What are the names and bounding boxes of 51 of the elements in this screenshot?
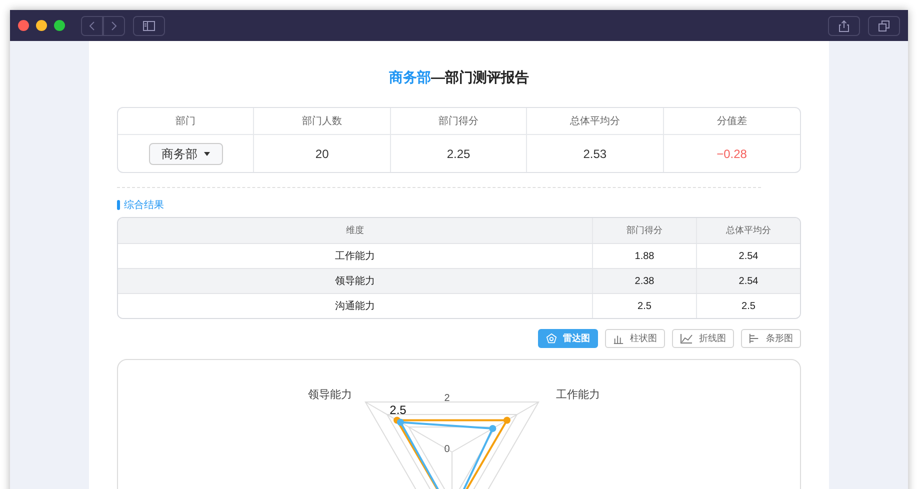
- column-header: 部门人数: [302, 114, 342, 128]
- department-dropdown[interactable]: 商务部: [148, 142, 223, 164]
- table-cell-text: 2.25: [446, 146, 470, 162]
- column-header: 总体平均分: [726, 224, 771, 237]
- tick-label: 0: [444, 444, 450, 455]
- table-cell-text: 1.88: [634, 250, 654, 264]
- column-header: 部门得分: [438, 114, 478, 128]
- table-cell-text: 2.38: [634, 274, 654, 288]
- share-button[interactable]: [828, 16, 860, 36]
- table-cell-text: 2.5: [638, 300, 652, 314]
- data-label: 2.5: [390, 403, 406, 417]
- table-cell-text: 沟通能力: [335, 300, 375, 314]
- table-cell-text: 2.53: [583, 146, 607, 162]
- caret-down-icon: [204, 152, 210, 156]
- column-header: 分值差: [716, 114, 747, 128]
- minimize-window-button[interactable]: [36, 20, 47, 31]
- chevron-left-icon: [89, 20, 95, 30]
- table-cell-text: −0.28: [716, 146, 747, 162]
- horizontal-bar-icon: [749, 333, 760, 344]
- table-cell-text: 2.5: [742, 300, 756, 314]
- back-button[interactable]: [81, 16, 103, 36]
- column-header: 部门得分: [626, 224, 662, 237]
- axis-label: 领导能力: [308, 389, 352, 401]
- line-chart-icon: [680, 333, 693, 344]
- chevron-right-icon: [111, 20, 117, 30]
- table-cell-text: 工作能力: [335, 250, 375, 264]
- table-cell-text: 2.54: [738, 250, 758, 264]
- close-window-button[interactable]: [18, 20, 29, 31]
- section-title: 综合结果: [124, 198, 164, 212]
- sidebar-icon: [143, 20, 155, 30]
- table-cell-text: 2.54: [738, 274, 758, 288]
- section-marker: [117, 200, 120, 210]
- table-cell-text: 领导能力: [335, 274, 375, 288]
- column-header: 维度: [346, 224, 364, 237]
- tabs-button[interactable]: [868, 16, 900, 36]
- sidebar-button[interactable]: [133, 16, 165, 36]
- pentagon-icon: [546, 333, 557, 344]
- table-cell-text: 20: [315, 146, 329, 162]
- bar-chart-icon: [613, 333, 624, 344]
- forward-button[interactable]: [103, 16, 125, 36]
- column-header: 部门: [176, 114, 196, 128]
- chart-type-tab[interactable]: 折线图: [672, 329, 734, 348]
- tick-label: 2: [444, 393, 450, 404]
- chart-type-tab[interactable]: 条形图: [741, 329, 801, 348]
- share-icon: [838, 20, 850, 32]
- tabs-icon: [878, 20, 890, 32]
- report-title: 商务部—部门测评报告: [388, 68, 530, 87]
- chart-type-tab[interactable]: 柱状图: [605, 329, 665, 348]
- column-header: 总体平均分: [570, 114, 620, 128]
- axis-label: 工作能力: [556, 389, 600, 401]
- maximize-window-button[interactable]: [54, 20, 65, 31]
